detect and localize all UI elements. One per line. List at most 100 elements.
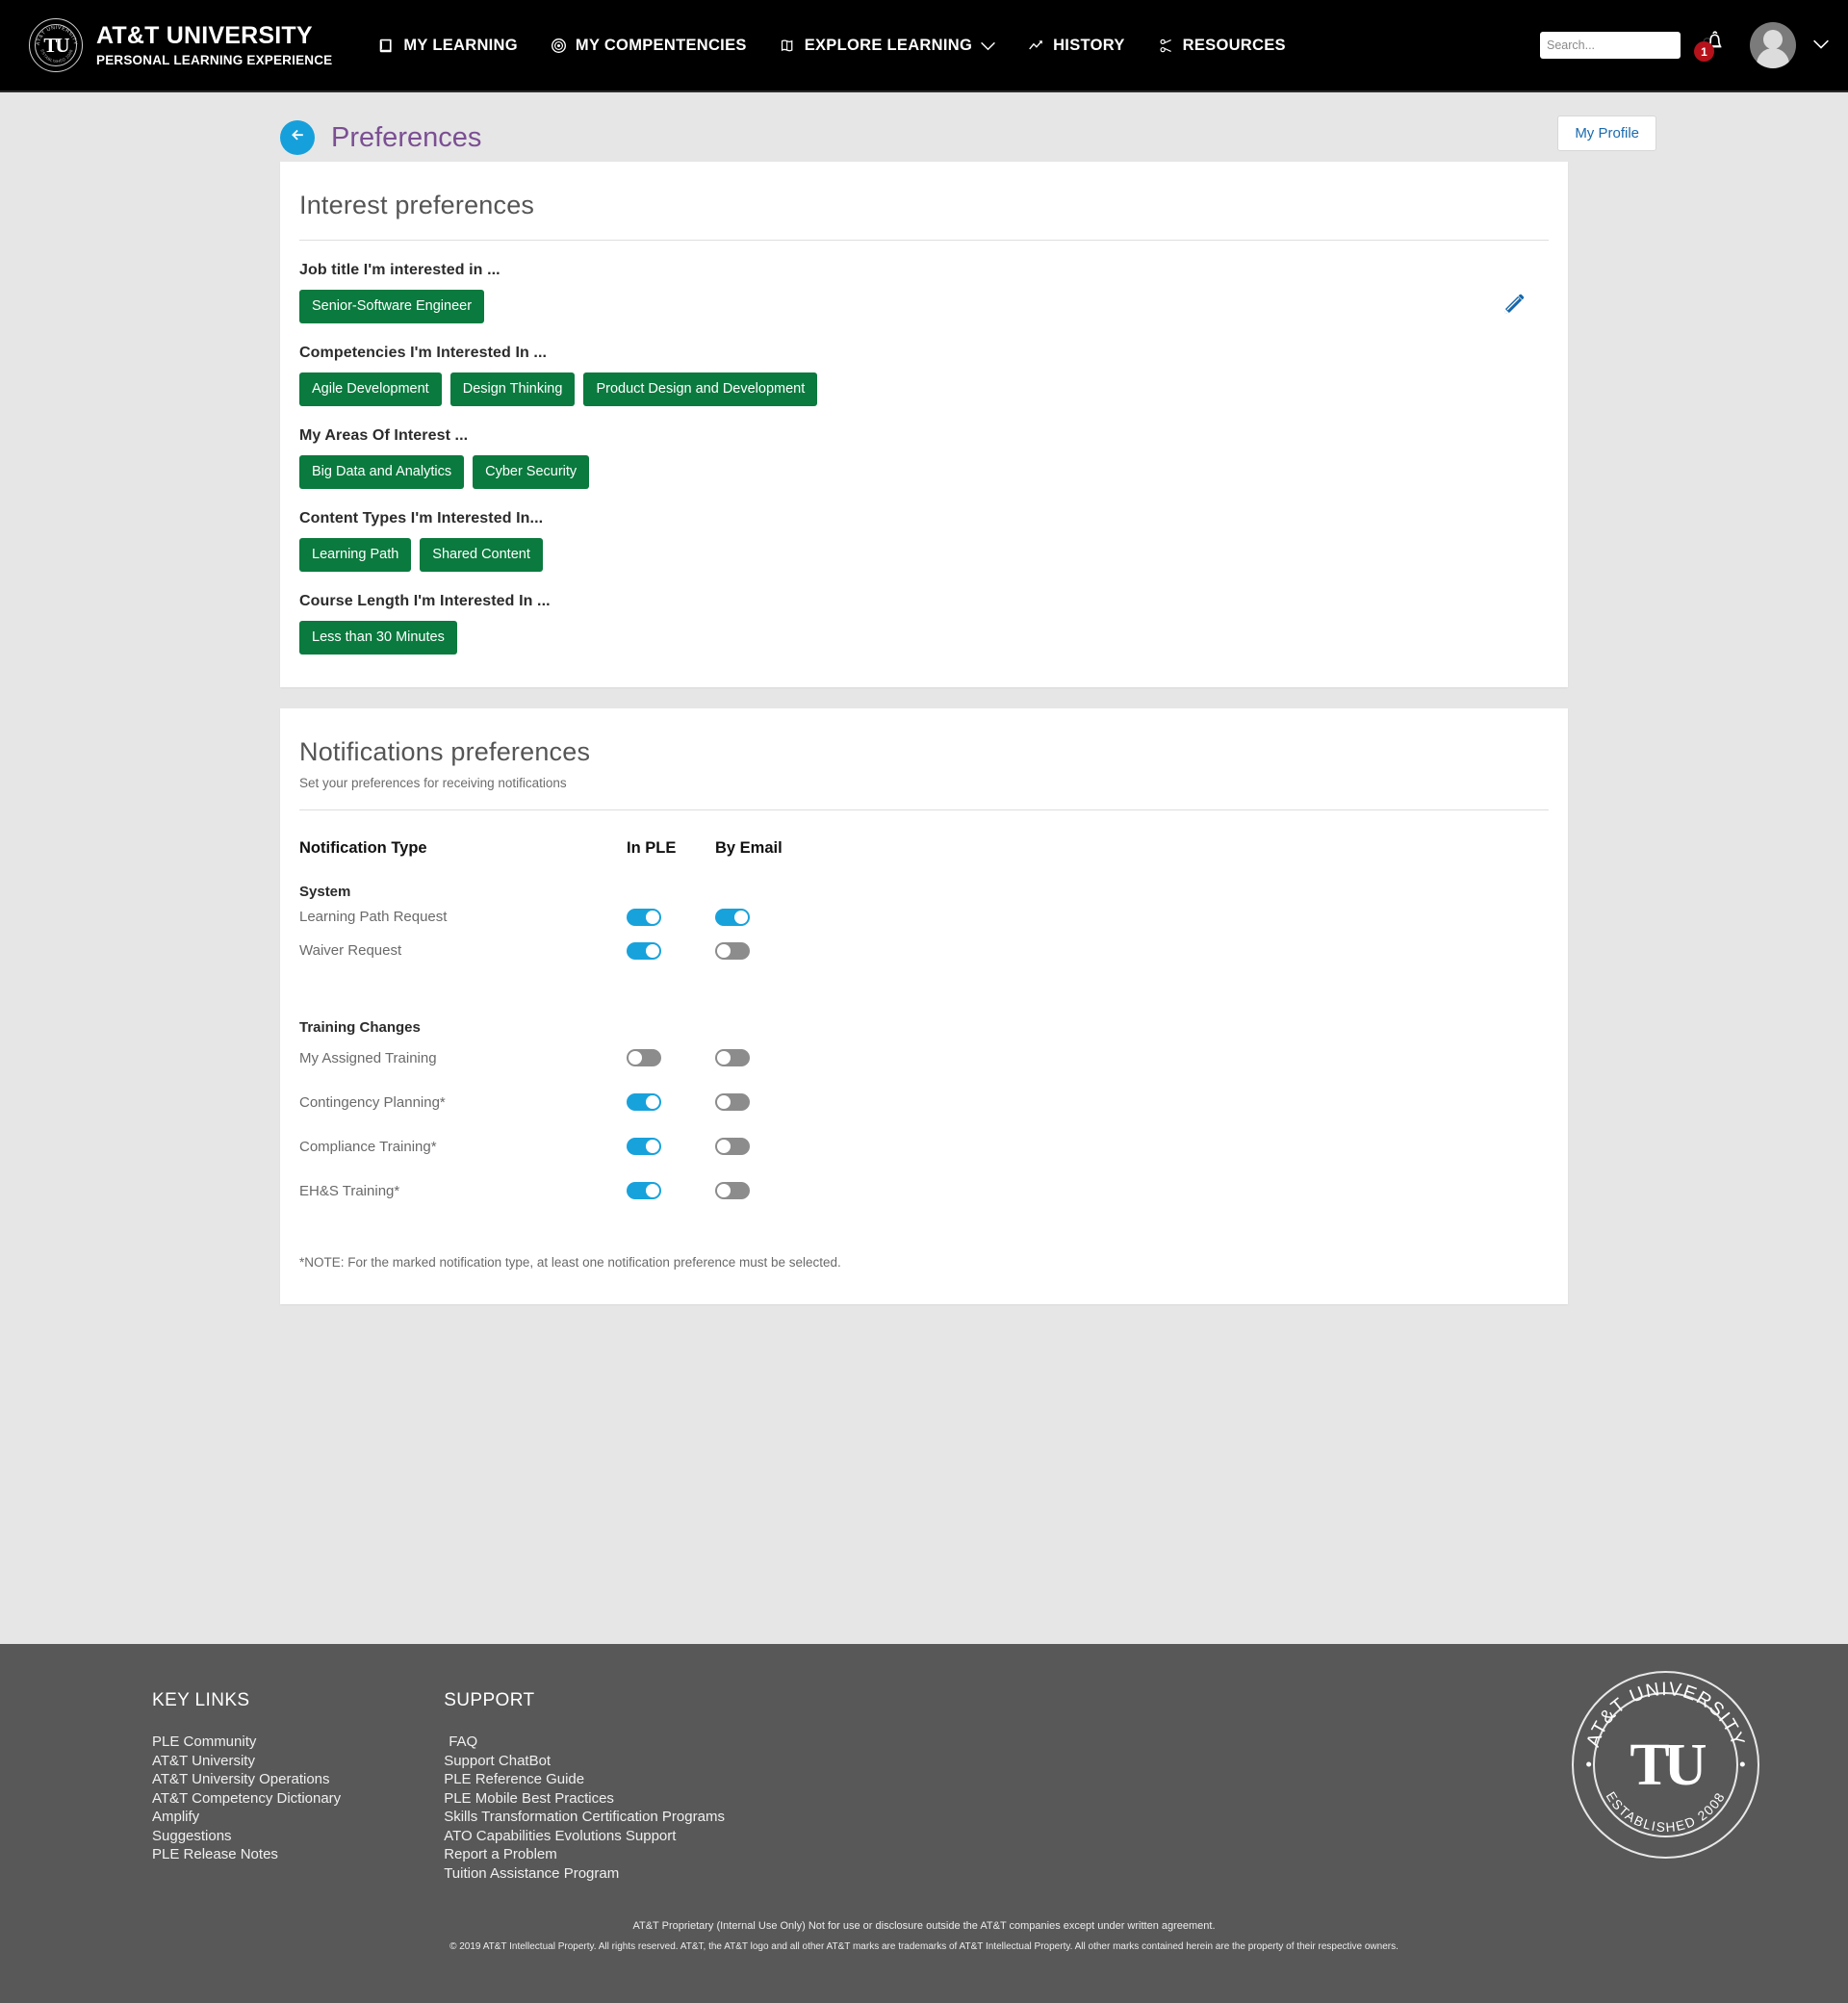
footer-link[interactable]: PLE Reference Guide xyxy=(444,1770,725,1789)
toggle-in-ple[interactable] xyxy=(627,1182,661,1199)
user-menu-chevron-down-icon[interactable] xyxy=(1813,37,1829,54)
footer-link[interactable]: Skills Transformation Certification Prog… xyxy=(444,1808,725,1827)
footer-link[interactable]: AT&T University xyxy=(152,1752,341,1771)
toggle-knob xyxy=(734,910,748,924)
toggle-by-email[interactable] xyxy=(715,1049,750,1066)
footer-link[interactable]: Tuition Assistance Program xyxy=(444,1864,725,1884)
chevron-down-icon[interactable] xyxy=(981,40,995,51)
interest-preferences-body: Job title I'm interested in ... Senior-S… xyxy=(299,262,1549,687)
divider xyxy=(299,809,1549,810)
nav-item-my-learning[interactable]: MY LEARNING xyxy=(378,37,518,55)
main-nav: MY LEARNING MY COMPENTENCIES EXPLORE LEA… xyxy=(378,37,1286,55)
nav-label: MY LEARNING xyxy=(403,36,518,54)
toggle-knob xyxy=(646,1140,659,1153)
toggle-in-ple[interactable] xyxy=(627,1093,661,1111)
header-tools: 1 xyxy=(1540,22,1848,68)
in-ple-cell xyxy=(627,1093,715,1111)
table-row: EH&S Training* xyxy=(299,1168,1549,1213)
table-row: My Assigned Training xyxy=(299,1036,1549,1080)
interest-tag[interactable]: Product Design and Development xyxy=(583,372,818,406)
search-box[interactable] xyxy=(1540,32,1714,59)
toggle-in-ple[interactable] xyxy=(627,941,661,960)
notifications-bell[interactable]: 1 xyxy=(1694,27,1734,64)
footer-link[interactable]: Report a Problem xyxy=(444,1845,725,1864)
toggle-in-ple[interactable] xyxy=(627,908,661,926)
by-email-cell xyxy=(715,908,804,926)
toggle-in-ple[interactable] xyxy=(627,1138,661,1155)
notification-count-badge: 1 xyxy=(1694,41,1714,62)
toggle-knob xyxy=(646,1095,659,1109)
by-email-cell xyxy=(715,941,804,960)
in-ple-cell xyxy=(627,1049,715,1066)
notification-type-label: Compliance Training* xyxy=(299,1138,437,1155)
interest-group-label: Job title I'm interested in ... xyxy=(299,262,500,278)
toggle-by-email[interactable] xyxy=(715,908,750,926)
toggle-knob xyxy=(717,1051,731,1065)
interest-group: My Areas Of Interest ... Big Data and An… xyxy=(299,427,1549,489)
notification-group-title: System xyxy=(299,884,351,900)
toggle-knob xyxy=(717,1095,731,1109)
nav-item-explore-learning[interactable]: EXPLORE LEARNING xyxy=(780,37,995,55)
interest-group: Content Types I'm Interested In... Learn… xyxy=(299,510,1549,572)
table-row: Contingency Planning* xyxy=(299,1080,1549,1124)
seal-initials: TU xyxy=(43,33,69,57)
interest-tag[interactable]: Shared Content xyxy=(420,538,543,572)
back-button[interactable] xyxy=(280,120,315,155)
search-input[interactable] xyxy=(1547,39,1702,52)
interest-tag[interactable]: Less than 30 Minutes xyxy=(299,621,457,655)
footer-key-links-column: KEY LINKS PLE Community AT&T University … xyxy=(152,1690,341,1883)
brand-logo[interactable]: AT&T UNIVERSITY ESTABLISHED 2008 TU AT&T… xyxy=(29,18,332,72)
footer-link[interactable]: Suggestions xyxy=(152,1827,341,1846)
avatar[interactable] xyxy=(1750,22,1796,68)
brand-title: AT&T UNIVERSITY xyxy=(96,21,313,49)
notification-type-label: Learning Path Request xyxy=(299,909,448,925)
interest-tag[interactable]: Learning Path xyxy=(299,538,412,572)
footer-link[interactable]: AT&T Competency Dictionary xyxy=(152,1789,341,1809)
footer-link[interactable]: PLE Release Notes xyxy=(152,1845,341,1864)
nav-item-my-compentencies[interactable]: MY COMPENTENCIES xyxy=(551,37,747,55)
notification-group-title: Training Changes xyxy=(299,1019,421,1036)
in-ple-cell xyxy=(627,908,715,926)
toggle-by-email[interactable] xyxy=(715,1182,750,1199)
nav-item-resources[interactable]: RESOURCES xyxy=(1158,37,1286,55)
avatar-head xyxy=(1763,30,1783,49)
interest-tag[interactable]: Senior-Software Engineer xyxy=(299,290,485,323)
interest-preferences-card: Interest preferences Job title I'm inter… xyxy=(280,162,1568,687)
toggle-by-email[interactable] xyxy=(715,1093,750,1111)
notifications-preferences-card: Notifications preferences Set your prefe… xyxy=(280,708,1568,1304)
notifications-note: *NOTE: For the marked notification type,… xyxy=(299,1255,841,1270)
toggle-knob xyxy=(629,1051,642,1065)
interest-tag[interactable]: Design Thinking xyxy=(449,372,576,406)
toggle-knob xyxy=(646,910,659,924)
edit-interests-pencil-icon[interactable] xyxy=(1502,291,1527,321)
toggle-knob xyxy=(717,943,731,958)
interest-group-label: Course Length I'm Interested In ... xyxy=(299,593,551,609)
toggle-by-email[interactable] xyxy=(715,941,750,960)
footer-legal: AT&T Proprietary (Internal Use Only) Not… xyxy=(0,1883,1848,1973)
my-profile-button[interactable]: My Profile xyxy=(1557,116,1656,151)
toggle-in-ple[interactable] xyxy=(627,1049,661,1066)
footer-link[interactable]: FAQ xyxy=(444,1733,725,1752)
toggle-by-email[interactable] xyxy=(715,1138,750,1155)
footer-link[interactable]: PLE Mobile Best Practices xyxy=(444,1789,725,1809)
column-header-in-ple: In PLE xyxy=(627,838,677,857)
nav-item-history[interactable]: HISTORY xyxy=(1028,37,1125,55)
footer-link[interactable]: AT&T University Operations xyxy=(152,1770,341,1789)
interest-group-label: My Areas Of Interest ... xyxy=(299,427,469,444)
tag-row: Big Data and Analytics Cyber Security xyxy=(299,455,1549,489)
interest-tag[interactable]: Agile Development xyxy=(299,372,442,406)
in-ple-cell xyxy=(627,1182,715,1199)
footer-link[interactable]: Support ChatBot xyxy=(444,1752,725,1771)
notification-type-label: Contingency Planning* xyxy=(299,1093,446,1111)
table-row: Learning Path Request xyxy=(299,900,1549,934)
footer-link[interactable]: Amplify xyxy=(152,1808,341,1827)
notification-type-label: Waiver Request xyxy=(299,942,402,959)
interest-preferences-title: Interest preferences xyxy=(299,191,535,219)
footer-seal-initials: TU xyxy=(1630,1732,1707,1798)
interest-tag[interactable]: Cyber Security xyxy=(473,455,590,489)
interest-tag[interactable]: Big Data and Analytics xyxy=(299,455,465,489)
footer-link[interactable]: PLE Community xyxy=(152,1733,341,1752)
att-university-seal-icon: AT&T UNIVERSITY ESTABLISHED 2008 TU xyxy=(29,18,83,72)
footer-link[interactable]: ATO Capabilities Evolutions Support xyxy=(444,1827,725,1846)
toggle-knob xyxy=(646,943,659,958)
